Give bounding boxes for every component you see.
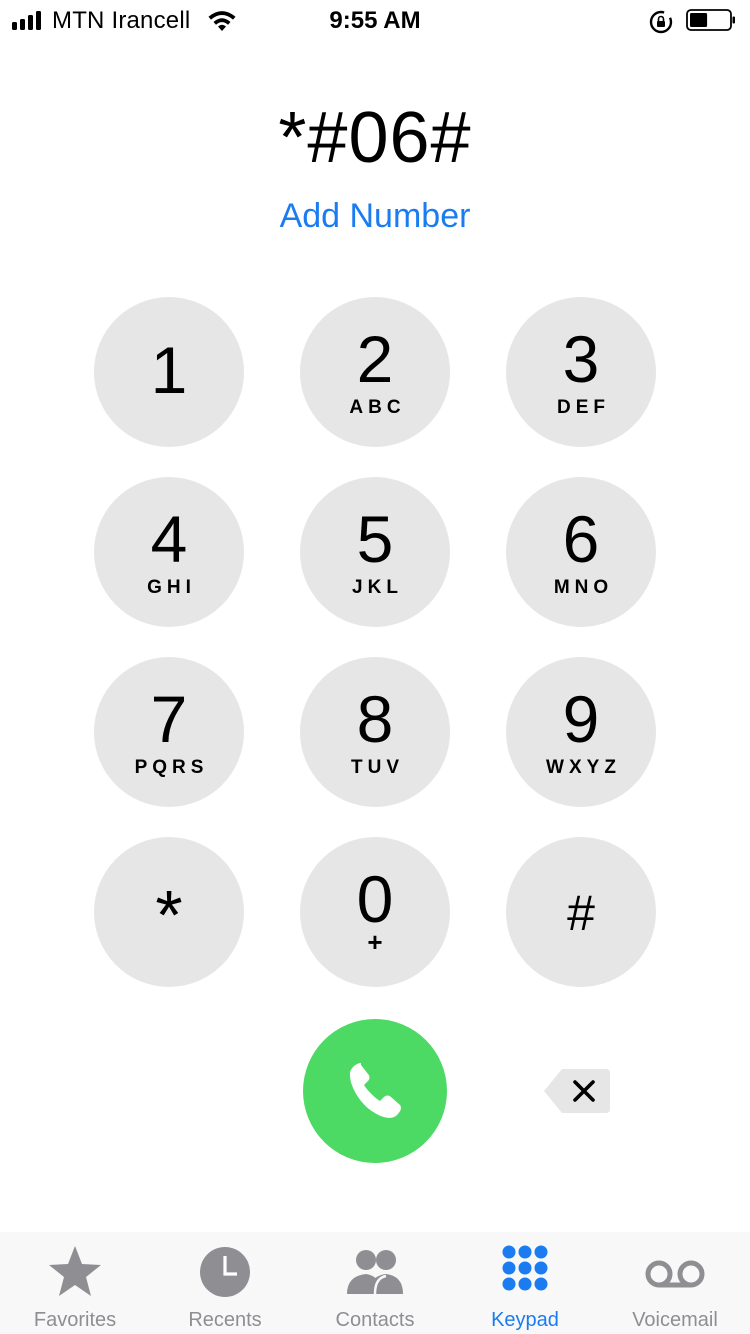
key-letters: TUV: [351, 757, 404, 778]
key-8[interactable]: 8 TUV: [300, 657, 450, 807]
key-letters: DEF: [557, 397, 610, 418]
star-icon: [49, 1246, 101, 1296]
key-digit: 3: [562, 322, 600, 396]
tab-favorites[interactable]: Favorites: [0, 1232, 150, 1334]
key-digit: 8: [356, 682, 394, 756]
key-1[interactable]: 1: [94, 297, 244, 447]
tab-label: Contacts: [335, 1309, 415, 1331]
key-letters: MNO: [553, 577, 614, 598]
key-letters: WXYZ: [546, 757, 621, 778]
key-3[interactable]: 3 DEF: [506, 297, 656, 447]
key-digit: 2: [356, 322, 394, 396]
tab-contacts[interactable]: Contacts: [300, 1232, 450, 1334]
key-digit: 5: [356, 502, 394, 576]
backspace-icon[interactable]: [540, 1065, 612, 1117]
tab-voicemail[interactable]: Voicemail: [600, 1232, 750, 1334]
tab-label: Favorites: [33, 1309, 117, 1331]
key-digit: 4: [150, 502, 188, 576]
battery-icon: [686, 9, 735, 31]
key-letters: JKL: [352, 577, 403, 598]
key-letters: PQRS: [134, 757, 209, 778]
tab-label: Recents: [188, 1309, 262, 1331]
tab-label: Voicemail: [632, 1309, 718, 1331]
key-letters: +: [367, 927, 383, 957]
tab-label: Keypad: [491, 1309, 559, 1331]
tab-bar: Favorites Recents Contacts Keypad Voicem…: [0, 1232, 750, 1334]
status-bar: MTN Irancell 9:55 AM: [0, 0, 750, 40]
key-0[interactable]: 0 +: [300, 837, 450, 987]
call-button[interactable]: [303, 1019, 447, 1163]
key-digit: 6: [562, 502, 600, 576]
key-digit: 9: [562, 682, 600, 756]
key-9[interactable]: 9 WXYZ: [506, 657, 656, 807]
dialed-number: *#06#: [278, 98, 472, 178]
key-letters: GHI: [147, 577, 196, 598]
add-number-link[interactable]: Add Number: [0, 196, 750, 236]
phone-icon: [349, 1063, 401, 1118]
clock-time: 9:55 AM: [329, 7, 421, 34]
key-digit: 1: [150, 333, 188, 407]
voicemail-icon: [645, 1260, 705, 1288]
keypad-icon: [502, 1245, 548, 1291]
rotation-lock-icon: [649, 10, 673, 34]
contacts-icon: [347, 1250, 403, 1295]
key-letters: ABC: [349, 397, 406, 418]
key-star[interactable]: *: [94, 837, 244, 987]
key-7[interactable]: 7 PQRS: [94, 657, 244, 807]
key-digit: 0: [356, 862, 394, 936]
key-6[interactable]: 6 MNO: [506, 477, 656, 627]
tab-recents[interactable]: Recents: [150, 1232, 300, 1334]
key-digit: *: [155, 876, 183, 954]
key-5[interactable]: 5 JKL: [300, 477, 450, 627]
clock-icon: [200, 1247, 250, 1297]
key-4[interactable]: 4 GHI: [94, 477, 244, 627]
key-digit: 7: [150, 682, 188, 756]
tab-keypad[interactable]: Keypad: [450, 1232, 600, 1334]
key-2[interactable]: 2 ABC: [300, 297, 450, 447]
key-hash[interactable]: #: [506, 837, 656, 987]
key-digit: #: [567, 885, 595, 941]
